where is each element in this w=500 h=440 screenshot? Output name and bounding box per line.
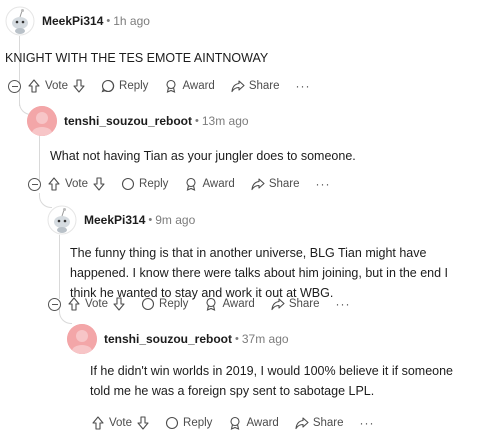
collapse-thread-button[interactable] <box>28 178 41 191</box>
comment: MeekPi314 • 9m ago The funny thing is th… <box>47 205 487 303</box>
award-label: Award <box>246 417 279 429</box>
comment-author[interactable]: MeekPi314 <box>84 213 145 227</box>
snoo-avatar-icon <box>5 6 35 36</box>
user-avatar-icon <box>67 324 97 354</box>
award-icon <box>206 297 216 311</box>
downvote-button[interactable] <box>93 177 105 191</box>
share-icon <box>295 417 309 430</box>
award-icon <box>230 416 240 430</box>
reply-icon <box>101 79 115 93</box>
upvote-button[interactable] <box>68 297 80 311</box>
share-label: Share <box>248 80 280 92</box>
award-label: Award <box>222 298 255 310</box>
upvote-icon <box>68 297 80 311</box>
reply-icon <box>165 416 179 430</box>
comment-body: What not having Tian as your jungler doe… <box>50 149 356 163</box>
upvote-icon <box>92 416 104 430</box>
upvote-button[interactable] <box>92 416 104 430</box>
separator: • <box>235 333 239 345</box>
vote-label: Vote <box>65 178 89 190</box>
comment-body: If he didn't win worlds in 2019, I would… <box>90 364 454 398</box>
share-icon <box>231 80 245 93</box>
upvote-button[interactable] <box>48 177 60 191</box>
separator: • <box>148 214 153 226</box>
reply-button[interactable]: Reply <box>165 416 212 430</box>
share-label: Share <box>268 178 300 190</box>
comment-body: KNIGHT WITH THE TES EMOTE AINTNOWAY <box>5 51 269 65</box>
share-label: Share <box>288 298 320 310</box>
comment-actions: Vote Reply Award Share ··· <box>28 75 311 97</box>
vote-label: Vote <box>109 417 133 429</box>
more-options-button[interactable]: ··· <box>360 416 375 430</box>
award-icon <box>186 177 196 191</box>
award-button[interactable]: Award <box>204 297 255 311</box>
comment-timestamp[interactable]: 9m ago <box>155 213 195 227</box>
snoo-avatar-icon <box>47 205 77 235</box>
share-button[interactable]: Share <box>231 79 280 93</box>
award-label: Award <box>202 178 235 190</box>
collapse-thread-button[interactable] <box>48 298 61 311</box>
comment-actions: Vote Reply Award Share ··· <box>68 293 351 315</box>
comment-author[interactable]: tenshi_souzou_reboot <box>104 332 232 346</box>
comment-author[interactable]: tenshi_souzou_reboot <box>64 114 192 128</box>
comment-timestamp[interactable]: 37m ago <box>242 332 289 346</box>
downvote-icon <box>73 79 85 93</box>
reply-label: Reply <box>183 417 213 429</box>
comment-author[interactable]: MeekPi314 <box>42 14 103 28</box>
more-options-button[interactable]: ··· <box>316 177 331 191</box>
vote-label: Vote <box>45 80 69 92</box>
separator: • <box>106 15 111 27</box>
downvote-button[interactable] <box>73 79 85 93</box>
comment-timestamp[interactable]: 13m ago <box>202 114 249 128</box>
comment: tenshi_souzou_reboot • 37m ago If he did… <box>67 324 487 401</box>
reply-label: Reply <box>119 80 149 92</box>
downvote-button[interactable] <box>137 416 149 430</box>
vote-label: Vote <box>85 298 109 310</box>
downvote-button[interactable] <box>113 297 125 311</box>
comment-timestamp[interactable]: 1h ago <box>113 14 150 28</box>
award-label: Award <box>182 80 215 92</box>
reply-icon <box>121 177 135 191</box>
more-options-button[interactable]: ··· <box>296 79 311 93</box>
downvote-icon <box>137 416 149 430</box>
comment: tenshi_souzou_reboot • 13m ago What not … <box>27 106 487 166</box>
share-icon <box>271 298 285 311</box>
reply-label: Reply <box>159 298 189 310</box>
share-button[interactable]: Share <box>295 416 344 430</box>
award-icon <box>166 79 176 93</box>
more-options-button[interactable]: ··· <box>336 297 351 311</box>
award-button[interactable]: Award <box>228 416 279 430</box>
user-avatar-icon <box>27 106 57 136</box>
comment-actions: Vote Reply Award Share ··· <box>92 412 375 434</box>
reply-icon <box>141 297 155 311</box>
avatar[interactable] <box>67 324 97 354</box>
reply-button[interactable]: Reply <box>121 177 168 191</box>
comment-actions: Vote Reply Award Share ··· <box>48 173 331 195</box>
avatar[interactable] <box>5 6 35 36</box>
share-button[interactable]: Share <box>251 177 300 191</box>
downvote-icon <box>93 177 105 191</box>
collapse-thread-button[interactable] <box>8 80 21 93</box>
upvote-button[interactable] <box>28 79 40 93</box>
award-button[interactable]: Award <box>184 177 235 191</box>
reply-button[interactable]: Reply <box>141 297 188 311</box>
share-icon <box>251 178 265 191</box>
share-button[interactable]: Share <box>271 297 320 311</box>
upvote-icon <box>48 177 60 191</box>
comment: MeekPi314 • 1h ago KNIGHT WITH THE TES E… <box>5 6 495 68</box>
award-button[interactable]: Award <box>164 79 215 93</box>
avatar[interactable] <box>27 106 57 136</box>
upvote-icon <box>28 79 40 93</box>
share-label: Share <box>312 417 344 429</box>
reply-button[interactable]: Reply <box>101 79 148 93</box>
avatar[interactable] <box>47 205 77 235</box>
downvote-icon <box>113 297 125 311</box>
separator: • <box>195 115 199 127</box>
reply-label: Reply <box>139 178 169 190</box>
